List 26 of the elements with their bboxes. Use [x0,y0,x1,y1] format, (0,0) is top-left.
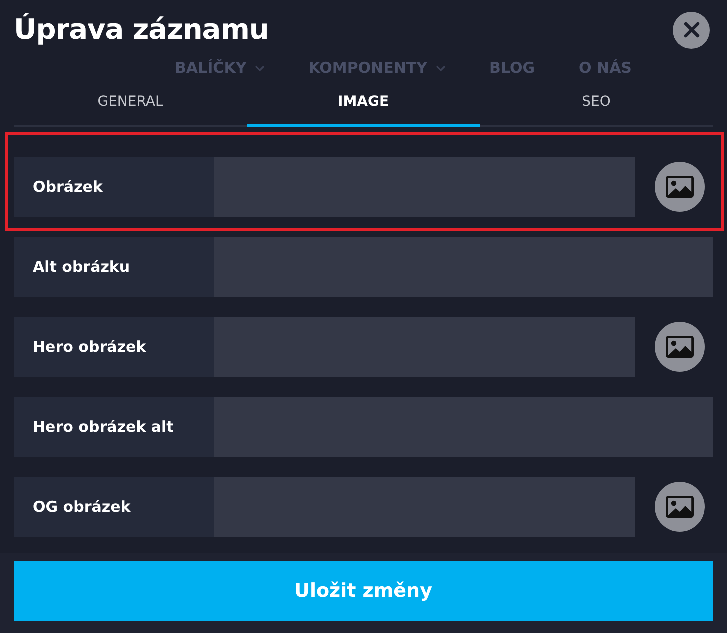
input-field[interactable] [214,317,635,377]
input-field[interactable] [214,157,635,217]
image-icon [666,176,694,198]
close-icon [684,22,700,38]
dialog-title: Úprava záznamu [14,12,269,48]
background-nav-label: KOMPONENTY [308,58,428,78]
image-icon [666,336,694,358]
background-nav-label: O NÁS [579,58,632,78]
field-label: Alt obrázku [14,237,214,297]
field-label: Hero obrázek [14,317,214,377]
field-label: Hero obrázek alt [14,397,214,457]
input-field[interactable] [214,237,713,297]
field-label: OG obrázek [14,477,214,537]
tab[interactable]: GENERAL [14,87,247,127]
close-button[interactable] [673,12,710,48]
input-field[interactable] [214,397,713,457]
tab[interactable]: SEO [480,87,713,127]
background-nav-label: BLOG [490,58,536,78]
image-picker-button[interactable] [655,482,705,532]
tab[interactable]: IMAGE [247,87,480,127]
input-field[interactable] [214,477,635,537]
background-nav-label: BALÍČKY [175,58,247,78]
image-picker-button[interactable] [655,162,705,212]
field-label: Obrázek [14,157,214,217]
image-icon [666,496,694,518]
image-picker-button[interactable] [655,322,705,372]
